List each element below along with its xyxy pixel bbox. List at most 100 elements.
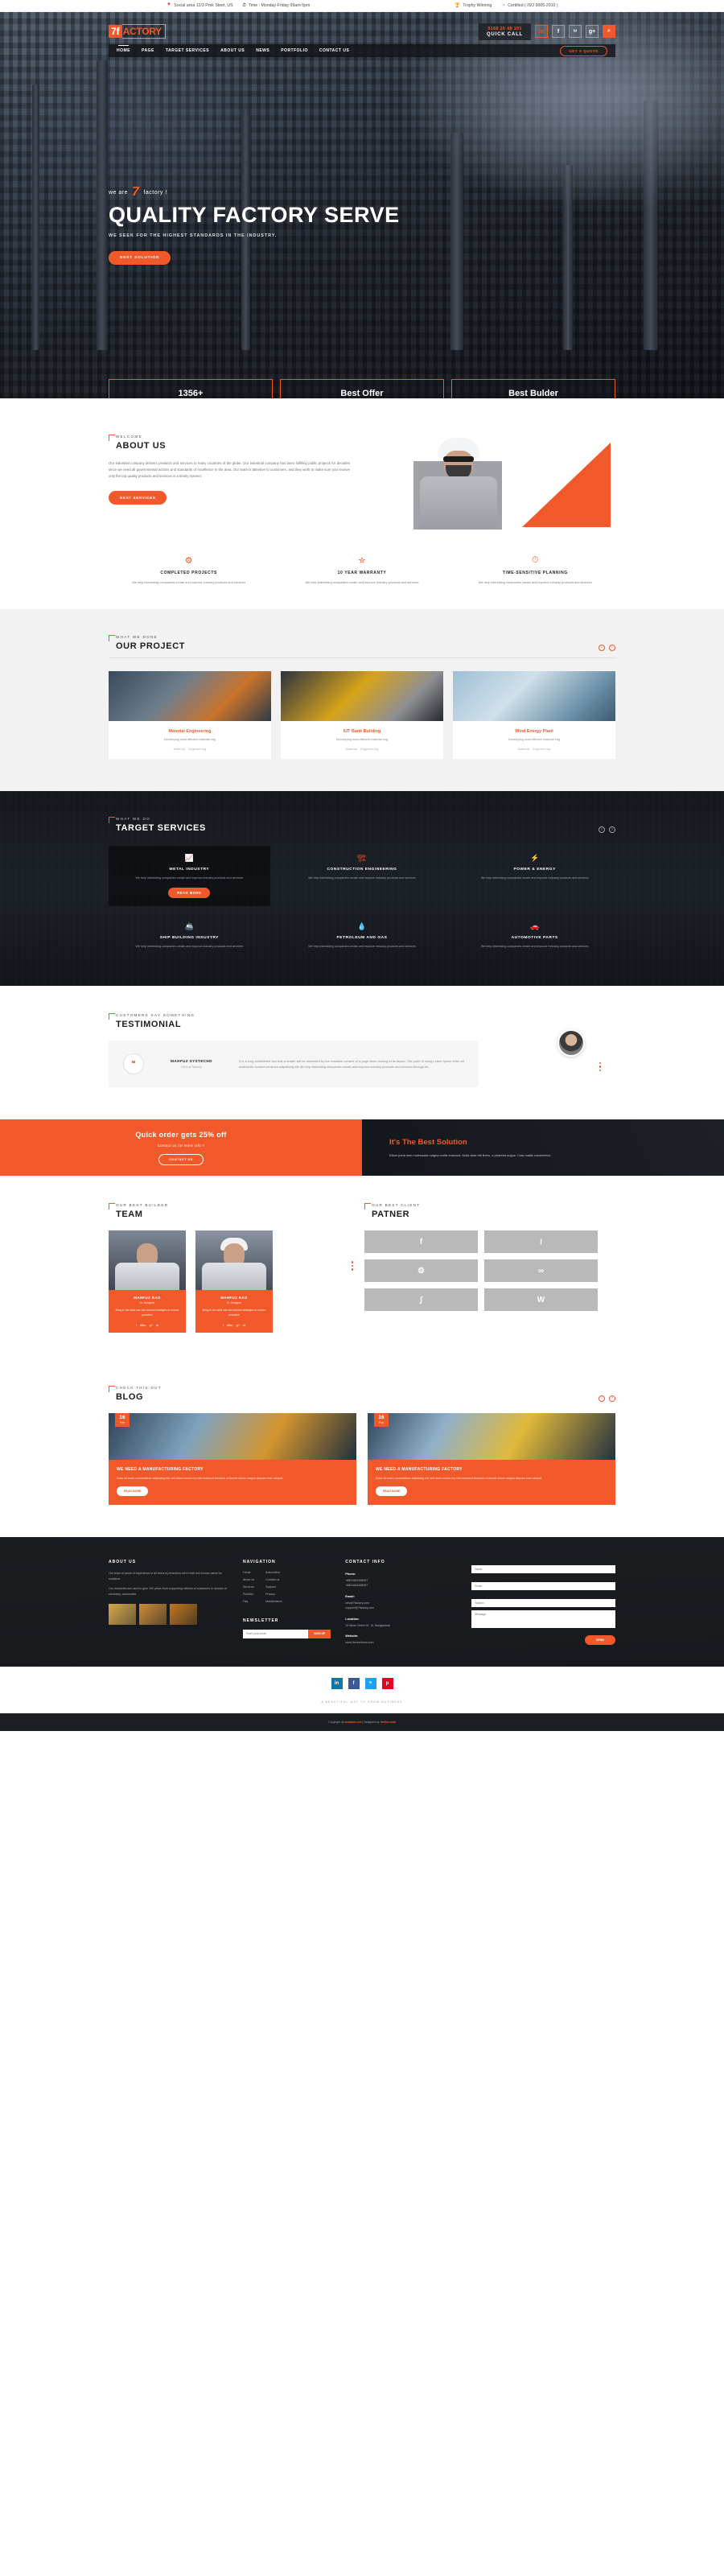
wave-partner-logo[interactable]: ≀ <box>484 1230 598 1253</box>
form-message-input[interactable] <box>471 1610 615 1628</box>
footer-email1[interactable]: info@7factory.com <box>345 1601 369 1605</box>
footer-link[interactable]: Portfolio <box>243 1593 254 1596</box>
project-image <box>109 671 271 721</box>
twitter-icon[interactable]: d5a; <box>227 1323 233 1327</box>
service-card[interactable]: 📈 METAL INDUSTRY We help interesting com… <box>109 846 270 906</box>
footer-thumb[interactable] <box>139 1604 167 1625</box>
team-heading: OUR BEST BUILDER TEAM <box>109 1203 342 1219</box>
nav-item-contact-us[interactable]: CONTACT US <box>319 46 349 56</box>
quick-call-box[interactable]: 0168 26 48 101 QUICK CALL <box>479 23 531 40</box>
prev-arrow-icon[interactable]: ‹ <box>599 826 605 833</box>
twitter-icon[interactable]: ᵚ <box>569 25 582 38</box>
footer-link[interactable]: Services <box>243 1585 254 1589</box>
glasses-shape <box>443 456 474 462</box>
team-partner-section: OUR BEST BUILDER TEAM MAHFUZ RAO Sr. Des… <box>0 1176 724 1361</box>
nav-item-target-services[interactable]: TARGET SERVICES <box>166 46 209 56</box>
feature-item: ✮ 10 YEAR WARRANTY We help interesting c… <box>282 555 442 585</box>
service-read-more-button[interactable]: READ MORE <box>168 888 210 898</box>
cta-right-title: It's The Best Solution <box>389 1138 700 1147</box>
contact-us-button[interactable]: CONTACT US <box>158 1154 204 1165</box>
footer-link[interactable]: Faq <box>243 1600 254 1603</box>
link-partner-logo[interactable]: ∞ <box>484 1259 598 1282</box>
google-plus-icon[interactable]: g+ <box>586 25 599 38</box>
best-solution-button[interactable]: BEST SOLUTION <box>109 251 171 265</box>
form-email-input[interactable] <box>471 1582 615 1590</box>
blog-post-day: 16 <box>374 1416 389 1421</box>
service-card[interactable]: 🏗 CONSTRUCTION ENGINEERING We help inter… <box>282 846 443 906</box>
get-a-quote-button[interactable]: GET A QUOTE <box>560 46 607 56</box>
pinterest-icon[interactable]: p <box>382 1678 393 1689</box>
footer-thumb[interactable] <box>170 1604 197 1625</box>
footer-link[interactable]: Home <box>243 1571 254 1574</box>
google-plus-icon[interactable]: g+ <box>237 1323 241 1327</box>
copyright-by[interactable]: theflex.mail <box>381 1721 396 1724</box>
twitter-icon[interactable]: d5a; <box>140 1323 146 1327</box>
facebook-icon[interactable]: f <box>223 1323 224 1327</box>
projects-section: WHAT WE DONE OUR PROJECT ‹ › Material En… <box>0 609 724 791</box>
blog-read-more-button[interactable]: READ MORE <box>117 1486 148 1496</box>
footer-phone-label: Phone: <box>345 1571 457 1577</box>
service-card[interactable]: 🚗 AUTOMOTIVE PARTS We help interesting c… <box>454 914 615 958</box>
w-partner-logo[interactable]: W <box>484 1288 598 1311</box>
hero-stats: 1356+ Completed Projects Best Offer Deli… <box>109 379 615 398</box>
newsletter-signup-button[interactable]: SIGN UP <box>308 1630 331 1638</box>
project-card[interactable]: IUT Bank Building Developing most effici… <box>281 671 443 759</box>
next-arrow-icon[interactable]: › <box>609 826 615 833</box>
site-logo[interactable]: 7f ACTORY <box>109 24 166 39</box>
footer-link[interactable]: Maintenance <box>265 1600 282 1603</box>
footer-email2[interactable]: support@7factory.com <box>345 1606 374 1609</box>
nav-item-news[interactable]: NEWS <box>256 46 269 56</box>
footer-tagline: A BEAUTIFUL WAY TO GROW BUSINESS <box>0 1700 724 1713</box>
project-card[interactable]: Wind Energy Plant Developing most effici… <box>453 671 615 759</box>
topbar-certified: ☞ Certified ( ISO 9005-2010 ) <box>501 3 557 8</box>
google-plus-icon[interactable]: g+ <box>150 1323 154 1327</box>
footer-link[interactable]: Automotive <box>265 1571 282 1574</box>
facebook-partner-logo[interactable]: f <box>364 1230 478 1253</box>
footer-thumb[interactable] <box>109 1604 136 1625</box>
newsletter-email-input[interactable] <box>243 1630 308 1638</box>
copyright-brand[interactable]: amazzes.net <box>345 1721 362 1724</box>
blog-post-card[interactable]: 16 Feb WE NEED A MANUFACTURING FACTORY D… <box>368 1413 615 1505</box>
linkedin-icon[interactable]: in <box>535 25 548 38</box>
next-arrow-icon[interactable]: › <box>609 645 615 651</box>
footer-link[interactable]: Privacy <box>265 1593 282 1596</box>
blog-post-card[interactable]: 16 Feb WE NEED A MANUFACTURING FACTORY D… <box>109 1413 356 1505</box>
nav-item-about-us[interactable]: ABOUT US <box>220 46 245 56</box>
prev-arrow-icon[interactable]: ‹ <box>599 645 605 651</box>
service-card[interactable]: 🚢 SHIP BUILDING INSUSTRY We help interes… <box>109 914 270 958</box>
hero-subtitle: WE SEEK FOR THE HIGHEST STANDARDS IN THE… <box>109 233 615 238</box>
nav-item-page[interactable]: PAGE <box>142 46 154 56</box>
best-services-button[interactable]: BEST SERVICES <box>109 491 167 505</box>
footer-link[interactable]: About us <box>243 1578 254 1581</box>
nav-item-portfolio[interactable]: PORTFOLIO <box>281 46 308 56</box>
testimonial-pagination-dots[interactable] <box>599 1062 602 1072</box>
team-pagination-dots[interactable] <box>352 1261 354 1271</box>
facebook-icon[interactable]: f <box>136 1323 137 1327</box>
hero-eyebrow-seven: 7 <box>132 185 139 200</box>
form-name-input[interactable] <box>471 1565 615 1573</box>
footer-website[interactable]: www.themeforest.com <box>345 1641 373 1644</box>
footer-link[interactable]: Support <box>265 1585 282 1589</box>
service-card[interactable]: ⚡ POWER & ENERGY We help interesting com… <box>454 846 615 906</box>
gear-partner-logo[interactable]: ⚙ <box>364 1259 478 1282</box>
stat-value: 1356+ <box>179 389 204 398</box>
linkedin-icon[interactable]: in <box>243 1323 245 1327</box>
service-card[interactable]: 💧 PETROLEUM AND GAS We help interesting … <box>282 914 443 958</box>
project-text: Developing most efficient material eng <box>453 738 615 741</box>
nav-item-home[interactable]: HOME <box>117 46 130 56</box>
form-send-button[interactable]: SEND <box>585 1635 615 1645</box>
project-card[interactable]: Material Engineering Developing most eff… <box>109 671 271 759</box>
facebook-icon[interactable]: f <box>552 25 565 38</box>
footer-link[interactable]: Contact us <box>265 1578 282 1581</box>
next-arrow-icon[interactable]: › <box>609 1395 615 1402</box>
search-icon[interactable]: ⌕ <box>603 25 615 38</box>
prev-arrow-icon[interactable]: ‹ <box>599 1395 605 1402</box>
linkedin-icon[interactable]: in <box>331 1678 343 1689</box>
twitter-icon[interactable]: ᵚ <box>365 1678 376 1689</box>
form-subject-input[interactable] <box>471 1599 615 1607</box>
linkedin-icon[interactable]: in <box>156 1323 158 1327</box>
footer-about-p2: Our industries are used to give 100 year… <box>109 1586 228 1597</box>
facebook-icon[interactable]: f <box>348 1678 360 1689</box>
stumble-partner-logo[interactable]: ∫ <box>364 1288 478 1311</box>
blog-read-more-button[interactable]: READ MORE <box>376 1486 407 1496</box>
